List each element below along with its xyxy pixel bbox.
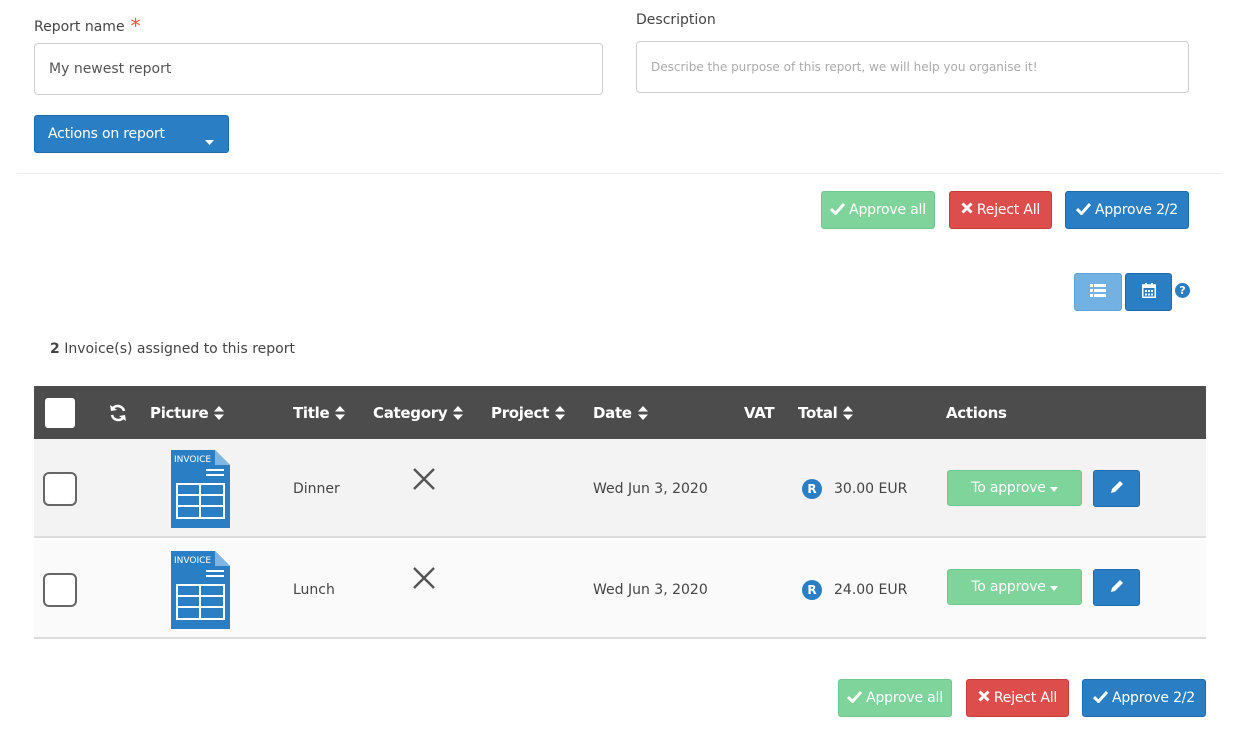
- invoice-thumbnail[interactable]: INVOICE: [171, 540, 231, 639]
- edit-button[interactable]: [1093, 470, 1140, 507]
- status-label: To approve: [971, 579, 1046, 595]
- row-total: R 24.00 EUR: [802, 540, 907, 639]
- column-vat-label: VAT: [744, 403, 775, 422]
- invoice-thumbnail-label: INVOICE: [174, 455, 211, 465]
- select-all-checkbox[interactable]: [45, 397, 75, 428]
- invoice-thumbnail-label: INVOICE: [174, 556, 211, 566]
- sort-icon: [554, 405, 565, 420]
- sort-icon: [335, 405, 346, 420]
- status-label: To approve: [971, 480, 1046, 496]
- calendar-icon: [1141, 282, 1156, 302]
- reject-all-label: Reject All: [993, 690, 1058, 706]
- approve-all-button-bottom[interactable]: Approve all: [838, 679, 952, 717]
- invoice-thumbnail[interactable]: INVOICE: [171, 439, 231, 538]
- approve-all-button-top[interactable]: Approve all: [821, 191, 935, 229]
- report-name-label-text: Report name: [34, 19, 125, 35]
- times-icon: [978, 690, 990, 706]
- fork-knife-icon: [411, 439, 437, 538]
- invoice-count-summary: 2 Invoice(s) assigned to this report: [50, 341, 295, 357]
- approve-count-label: Approve 2/2: [1111, 690, 1196, 706]
- column-vat: VAT: [744, 386, 775, 439]
- calendar-view-button[interactable]: [1125, 273, 1172, 311]
- sort-icon: [637, 405, 648, 420]
- caret-down-icon: [1049, 579, 1058, 595]
- column-title-label: Title: [293, 403, 330, 422]
- report-name-label: Report name *: [34, 12, 141, 38]
- receipt-badge-icon: R: [802, 478, 822, 499]
- required-marker: *: [130, 14, 141, 38]
- row-checkbox[interactable]: [43, 572, 77, 607]
- help-icon[interactable]: ?: [1175, 283, 1190, 298]
- column-actions: Actions: [946, 386, 1007, 439]
- row-total: R 30.00 EUR: [802, 439, 907, 538]
- row-title: Lunch: [293, 581, 335, 598]
- column-picture[interactable]: Picture: [150, 386, 225, 439]
- column-title[interactable]: Title: [293, 386, 346, 439]
- row-date: Wed Jun 3, 2020: [593, 581, 708, 598]
- edit-button[interactable]: [1093, 569, 1140, 606]
- approve-all-label: Approve all: [849, 202, 926, 218]
- approve-count-button-bottom[interactable]: Approve 2/2: [1082, 679, 1206, 717]
- approve-all-label: Approve all: [866, 690, 943, 706]
- column-picture-label: Picture: [150, 403, 209, 422]
- times-icon: [961, 202, 973, 218]
- column-date-label: Date: [593, 403, 632, 422]
- column-date[interactable]: Date: [593, 386, 648, 439]
- column-project-label: Project: [491, 403, 549, 422]
- sort-icon: [214, 405, 225, 420]
- receipt-badge-icon: R: [802, 579, 822, 600]
- caret-down-icon: [205, 133, 214, 149]
- check-icon: [1075, 202, 1092, 219]
- section-divider: [17, 173, 1222, 174]
- fork-knife-icon: [411, 540, 437, 639]
- list-icon: [1090, 283, 1106, 301]
- table-row: INVOICE Lunch Wed Jun 3, 2020 R 24.00 EU…: [34, 540, 1206, 639]
- status-dropdown-button[interactable]: To approve: [947, 470, 1082, 506]
- refresh-icon[interactable]: [108, 386, 128, 439]
- row-title: Dinner: [293, 480, 340, 497]
- reject-all-button-bottom[interactable]: Reject All: [966, 679, 1069, 717]
- approve-count-button-top[interactable]: Approve 2/2: [1065, 191, 1189, 229]
- table-row: INVOICE Dinner Wed Jun 3, 2020 R 30.00 E…: [34, 439, 1206, 538]
- invoice-count-text: Invoice(s) assigned to this report: [59, 341, 295, 357]
- sort-icon: [843, 405, 854, 420]
- actions-on-report-label: Actions on report: [48, 126, 165, 142]
- description-label: Description: [636, 12, 716, 28]
- column-project[interactable]: Project: [491, 386, 565, 439]
- report-name-value: My newest report: [49, 61, 172, 77]
- column-category-label: Category: [373, 403, 448, 422]
- column-total[interactable]: Total: [798, 386, 854, 439]
- sort-icon: [453, 405, 464, 420]
- check-icon: [847, 690, 863, 707]
- invoice-count: 2: [50, 341, 60, 357]
- pencil-icon: [1109, 479, 1125, 499]
- row-total-value: 24.00 EUR: [834, 581, 908, 598]
- reject-all-button-top[interactable]: Reject All: [949, 191, 1052, 229]
- check-icon: [830, 202, 846, 219]
- column-actions-label: Actions: [946, 403, 1007, 422]
- list-view-button[interactable]: [1074, 273, 1122, 311]
- row-total-value: 30.00 EUR: [834, 480, 908, 497]
- approve-count-label: Approve 2/2: [1094, 202, 1179, 218]
- check-icon: [1092, 690, 1109, 707]
- invoice-table-header: Picture Title Category Project Date VAT …: [34, 386, 1206, 439]
- report-name-input[interactable]: My newest report: [34, 43, 603, 95]
- actions-on-report-button[interactable]: Actions on report: [34, 115, 229, 153]
- description-input[interactable]: Describe the purpose of this report, we …: [636, 41, 1189, 93]
- column-total-label: Total: [798, 403, 838, 422]
- pencil-icon: [1109, 578, 1125, 598]
- caret-down-icon: [1049, 480, 1058, 496]
- column-category[interactable]: Category: [373, 386, 464, 439]
- row-checkbox[interactable]: [43, 471, 77, 506]
- description-placeholder: Describe the purpose of this report, we …: [651, 60, 1038, 74]
- status-dropdown-button[interactable]: To approve: [947, 569, 1082, 605]
- row-date: Wed Jun 3, 2020: [593, 480, 708, 497]
- reject-all-label: Reject All: [976, 202, 1041, 218]
